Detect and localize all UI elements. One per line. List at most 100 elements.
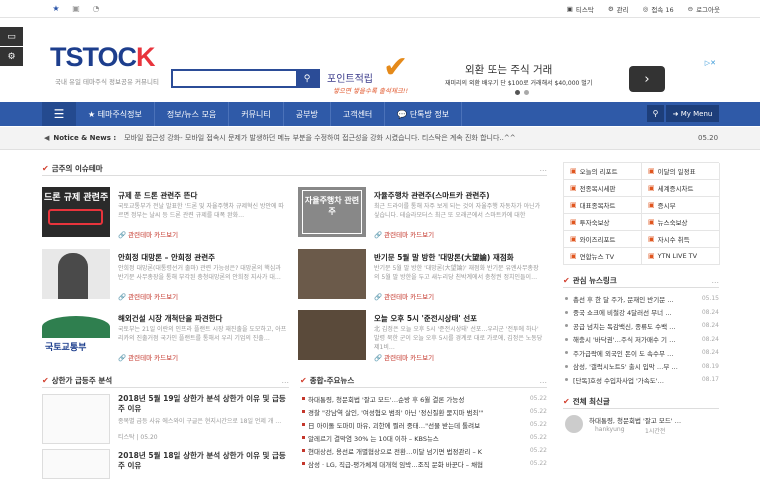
list-item[interactable]: 중국 쇼크에 비철강 4달러선 무너 … 08.24 <box>563 306 719 320</box>
notice-bar: ◀ Notice & News : 모바일 접근성 강화- 모바일 접속시 문제… <box>0 127 760 150</box>
more-link[interactable]: … <box>540 164 548 173</box>
section-title: ✔ 종합-주요뉴스… <box>300 374 547 388</box>
notice-text[interactable]: 모바일 접근성 강화- 모바일 접속시 문제가 발생하던 메뉴 부분을 수정하여… <box>124 133 515 143</box>
list-item[interactable]: 주가급락에 외국인 돈이 도 속수무 … 08.24 <box>563 346 719 360</box>
related-news-widget: ✔ 관심 뉴스링크… 총선 후 한 달 주가, 문재인 반기문 … 05.15 중국… <box>563 274 719 387</box>
quick-link[interactable]: ▣ 오늘의 리포트 <box>564 163 642 180</box>
top-link-visitors[interactable]: ◎ 접속 16 <box>643 4 674 14</box>
list-item[interactable]: 해충시 '바닥권'…주식 저가매수 기 … 08.24 <box>563 333 719 347</box>
quick-link[interactable]: ▣ 투자숙보상 <box>564 214 642 231</box>
card-image[interactable]: 드론 규제 관련주 <box>42 187 110 237</box>
rss-icon[interactable]: ◔ <box>86 4 106 13</box>
quick-link[interactable]: ▣ 대표종목차트 <box>564 197 642 214</box>
card-image[interactable]: 국토교통부 <box>42 310 110 360</box>
ad-pager[interactable] <box>515 90 529 95</box>
more-link[interactable]: … <box>712 276 720 285</box>
quick-link[interactable]: ▣ 뉴스숙보상 <box>642 214 720 231</box>
list-item[interactable]: 총선 후 한 달 주가, 문재인 반기문 … 05.15 <box>563 292 719 306</box>
main-nav: ☰ ★ 테마주식정보 정보/뉴스 모음 커뮤니티 공부방 고객센터 💬 단톡방 … <box>0 102 760 126</box>
top-link-tistock[interactable]: ▣ 티스탁 <box>567 4 594 14</box>
list-item[interactable]: 하대통령, 청문회법 '잘고 모드'…순방 후 6월 결론 가능성 05.22 <box>300 392 547 405</box>
general-news-section: ✔ 종합-주요뉴스… 하대통령, 청문회법 '잘고 모드'…순방 후 6월 결론 … <box>300 374 547 470</box>
upper-limit-section: ✔ 상한가 급등주 분석… 2018년 5월 19일 상한가 분석 상한가 이유 … <box>42 374 289 479</box>
news-card[interactable]: 드론 규제 관련주 규제 푼 드론 관련주 뜬다 국토교통부가 전날 발표한 '… <box>42 187 287 245</box>
top-bar: ★ ▣ ◔ ▣ 티스탁 ⚙ 관리 ◎ 접속 16 ⊖ 로그아웃 <box>0 0 760 18</box>
nav-study[interactable]: 공부방 <box>284 102 331 126</box>
thumbnail-image <box>42 394 110 444</box>
list-item[interactable]: 현대상선, 용선료 개별협상으로 전환…이달 넘기면 법정관리 – K 05.22 <box>300 444 547 457</box>
analysis-item[interactable]: 2018년 5월 18일 상한가 분석 상한가 이유 및 급등주 이유 <box>42 449 289 479</box>
quick-link[interactable]: ▣ 연합뉴스 TV <box>564 248 642 265</box>
card-image[interactable] <box>298 310 366 360</box>
list-item[interactable]: 알레르기 결막염 30% 는 10대 이하 – KBS뉴스 05.22 <box>300 431 547 444</box>
ad-banner[interactable]: 외환 또는 주식 거래 재미리의 외환 배우기 단 $100로 거래해서 $40… <box>440 56 720 106</box>
latest-posts-widget: ✔ 전체 최신글 하대통령, 청문회법 '잘고 모드' … hankyung 1시… <box>563 395 719 443</box>
related-theme-link[interactable]: 🔗 관련테마 카드보기 <box>374 291 434 301</box>
site-logo[interactable]: TSTOCK <box>50 42 155 73</box>
search-box[interactable]: ⚲ <box>171 69 320 88</box>
issue-theme-section: ✔ 금주의 이슈테마… 드론 규제 관련주 규제 푼 드론 관련주 뜬다 국토교통… <box>42 162 547 362</box>
quick-link[interactable]: ▣ 와이즈리포트 <box>564 231 642 248</box>
quick-link[interactable]: ▣ 전종목시세판 <box>564 180 642 197</box>
quick-links: ▣ 오늘의 리포트 ▣ 이달의 일정표 ▣ 전종목시세판 ▣ 세계증시차트 ▣ 대표종목차… <box>563 162 720 265</box>
quick-link[interactable]: ▣ YTN LIVE TV <box>642 248 720 265</box>
megaphone-icon: ◀ <box>44 134 50 142</box>
list-item[interactable]: 경찰 "강남역 살인, '여성혐오 범죄' 아닌 '정신질환 묻지마 범죄'" 0… <box>300 405 547 418</box>
news-card[interactable]: 오늘 오후 5시 '준전시상태' 선포 北 김정은 오늘 오후 5시 '준전시상… <box>298 310 543 368</box>
list-item[interactable]: 삼성 · LG, 직급-평가체계 대개혁 임박…조직 문화 바꾼다 – 채협 05… <box>300 457 547 470</box>
chevron-icon: ✔ <box>42 164 49 173</box>
more-link[interactable]: … <box>540 376 548 385</box>
section-title: ✔ 전체 최신글 <box>563 395 719 409</box>
quick-link[interactable]: ▣ 증시부 <box>642 197 720 214</box>
nav-search-icon[interactable]: ⚲ <box>647 105 664 122</box>
home-icon[interactable]: ▣ <box>66 4 86 13</box>
logo-subtitle: 국내 유일 테마주식 정보공유 커뮤니티 <box>55 78 159 86</box>
thumbnail-image <box>42 449 110 479</box>
point-promo-banner[interactable]: ✔ 포인트적립 쌓으면 쌓을수록 출석체크!! <box>327 50 432 100</box>
list-item[interactable]: 日 아이돌 도마미 마유, 괴한에 찔러 중태…"선물 받는데 톨려보 05.22 <box>300 418 547 431</box>
section-title: ✔ 관심 뉴스링크… <box>563 274 719 288</box>
more-link[interactable]: … <box>282 376 290 385</box>
news-card[interactable]: 국토교통부 해외건설 시장 개척단을 파견한다 국토부는 21일 이란의 인프라… <box>42 310 287 368</box>
top-links: ▣ 티스탁 ⚙ 관리 ◎ 접속 16 ⊖ 로그아웃 <box>567 0 720 18</box>
top-link-admin[interactable]: ⚙ 관리 <box>608 4 629 14</box>
list-item[interactable]: 공급 넘치는 독감백신, 종류도 수백 … 08.24 <box>563 319 719 333</box>
card-image[interactable] <box>42 249 110 299</box>
related-theme-link[interactable]: 🔗 관련테마 카드보기 <box>374 229 434 239</box>
ad-close-icon[interactable]: ▷✕ <box>705 59 716 67</box>
nav-chat[interactable]: 💬 단톡방 정보 <box>385 102 463 126</box>
analysis-item[interactable]: 2018년 5월 19일 상한가 분석 상한가 이유 및 급등주 이유 종목별 … <box>42 394 289 449</box>
section-title: ✔ 금주의 이슈테마… <box>42 162 547 176</box>
quick-link[interactable]: ▣ 이달의 일정표 <box>642 163 720 180</box>
chevron-right-icon[interactable]: › <box>629 66 665 92</box>
news-card[interactable]: 자율주행차 관련주 자율주행차 관련주(스마트카 관련주) 최근 드라이를 통해… <box>298 187 543 245</box>
list-item[interactable]: 삼성, '갤럭시노트5' 출시 입막 …부 … 08.19 <box>563 360 719 374</box>
search-icon[interactable]: ⚲ <box>296 71 318 86</box>
checkmark-icon: ✔ <box>383 50 409 85</box>
quick-link[interactable]: ▣ 자시수 취득 <box>642 231 720 248</box>
related-theme-link[interactable]: 🔗 관련테마 카드보기 <box>118 352 178 362</box>
related-theme-link[interactable]: 🔗 관련테마 카드보기 <box>118 229 178 239</box>
card-image[interactable] <box>298 249 366 299</box>
related-theme-link[interactable]: 🔗 관련테마 카드보기 <box>118 291 178 301</box>
hamburger-icon[interactable]: ☰ <box>42 102 76 126</box>
list-item[interactable]: [단독]호성 수입차사업 '가속도'… 08.17 <box>563 373 719 387</box>
card-image[interactable]: 자율주행차 관련주 <box>298 187 366 237</box>
related-theme-link[interactable]: 🔗 관련테마 카드보기 <box>374 352 434 362</box>
post-item[interactable]: 하대통령, 청문회법 '잘고 모드' … hankyung 1시간전 <box>563 413 719 443</box>
nav-support[interactable]: 고객센터 <box>331 102 386 126</box>
notice-date: 05.20 <box>698 134 719 142</box>
avatar <box>565 414 583 433</box>
header: TSTOCK 국내 유일 테마주식 정보공유 커뮤니티 ⚲ ✔ 포인트적립 쌓으… <box>0 18 760 102</box>
news-card[interactable]: 안희정 대망론 – 안희정 관련주 안희정 대망론(대통령선거 출마) 관련 가… <box>42 249 287 307</box>
nav-theme-info[interactable]: ★ 테마주식정보 <box>76 102 155 126</box>
my-menu-button[interactable]: ➜ My Menu <box>666 105 719 122</box>
section-title: ✔ 상한가 급등주 분석… <box>42 374 289 388</box>
star-icon[interactable]: ★ <box>46 4 66 13</box>
quick-link[interactable]: ▣ 세계증시차트 <box>642 180 720 197</box>
right-sidebar: ▣ 오늘의 리포트 ▣ 이달의 일정표 ▣ 전종목시세판 ▣ 세계증시차트 ▣ 대표종목차… <box>563 162 720 443</box>
news-card[interactable]: 반기문 5월 말 방한 '대망론(大望論) 재점화 반기문 5월 말 방한 '대… <box>298 249 543 307</box>
top-link-logout[interactable]: ⊖ 로그아웃 <box>688 4 720 14</box>
nav-news[interactable]: 정보/뉴스 모음 <box>155 102 230 126</box>
nav-community[interactable]: 커뮤니티 <box>229 102 284 126</box>
